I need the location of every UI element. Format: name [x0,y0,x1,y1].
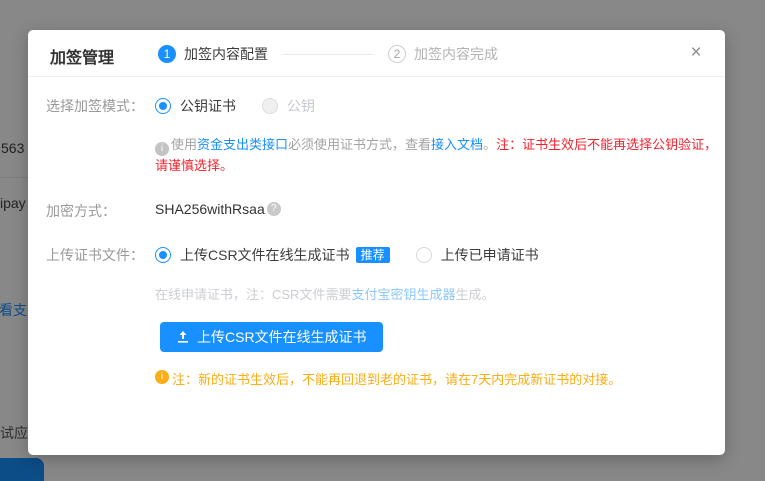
close-icon[interactable]: × [683,40,709,66]
upload-cert-label: 上传证书文件： [46,245,144,265]
step-2-circle: 2 [388,45,406,63]
signature-management-modal: 加签管理 1 加签内容配置 2 加签内容完成 × 选择加签模式： 公钥证书 公钥 [28,30,725,455]
note-text: 注：新的证书生效后，不能再回退到老的证书，请在7天内完成新证书的对接。 [172,369,621,388]
csr-hint-text: 在线申请证书，注：CSR文件需要支付宝密钥生成器生成。 [155,284,494,303]
step-2: 2 加签内容完成 [388,44,498,64]
radio-public-key-cert[interactable] [155,98,171,114]
step-1-circle: 1 [158,45,176,63]
radio-upload-csr[interactable] [155,247,171,263]
encrypt-method-value-wrap: SHA256withRsaa ? [155,201,281,217]
sign-mode-label: 选择加签模式： [46,96,144,116]
info-prefix: 使用 [171,137,197,152]
modal-header: 加签管理 1 加签内容配置 2 加签内容完成 × [28,30,725,77]
step-1-label: 加签内容配置 [184,44,268,64]
upload-cert-options: 上传CSR文件在线生成证书 推荐 上传已申请证书 [155,245,539,265]
hint-prefix: 在线申请证书，注：CSR文件需要 [155,287,351,302]
access-doc-link[interactable]: 接入文档 [431,137,483,152]
hint-suffix: 生成。 [455,287,494,302]
radio-upload-applied[interactable] [416,247,432,263]
encrypt-method-row: 加密方式： SHA256withRsaa ? [46,201,709,221]
sign-mode-info-text: i使用资金支出类接口必须使用证书方式，查看接入文档。注：证书生效后不能再选择公钥… [155,135,727,175]
info-middle: 必须使用证书方式，查看 [288,137,431,152]
help-icon[interactable]: ? [267,202,281,216]
step-connector-line [282,54,374,55]
step-indicator: 1 加签内容配置 2 加签内容完成 [158,44,498,64]
upload-cert-row: 上传证书文件： 上传CSR文件在线生成证书 推荐 上传已申请证书 [46,245,709,265]
radio-upload-csr-label[interactable]: 上传CSR文件在线生成证书 [180,245,350,265]
encrypt-method-label: 加密方式： [46,201,116,221]
radio-public-key[interactable] [262,98,278,114]
upload-button-label: 上传CSR文件在线生成证书 [197,327,367,347]
radio-upload-applied-label[interactable]: 上传已申请证书 [441,245,539,265]
fund-api-link[interactable]: 资金支出类接口 [197,137,288,152]
encrypt-method-value: SHA256withRsaa [155,201,265,217]
radio-public-key-label[interactable]: 公钥 [287,96,315,116]
radio-dot [159,251,167,259]
step-1: 1 加签内容配置 [158,44,268,64]
sign-mode-options: 公钥证书 公钥 [155,96,315,116]
info-period: 。 [483,137,496,152]
recommend-badge: 推荐 [356,247,390,263]
radio-public-key-cert-label[interactable]: 公钥证书 [180,96,236,116]
upload-csr-button[interactable]: 上传CSR文件在线生成证书 [160,322,383,352]
note-text-wrap: i 注：新的证书生效后，不能再回退到老的证书，请在7天内完成新证书的对接。 [155,369,621,388]
upload-icon [176,330,190,344]
sign-mode-row: 选择加签模式： 公钥证书 公钥 [46,96,709,116]
step-2-label: 加签内容完成 [414,44,498,64]
modal-title: 加签管理 [50,44,114,68]
radio-dot [159,102,167,110]
info-icon: i [155,142,169,156]
key-generator-link[interactable]: 支付宝密钥生成器 [351,287,455,302]
warning-icon: i [155,370,169,384]
